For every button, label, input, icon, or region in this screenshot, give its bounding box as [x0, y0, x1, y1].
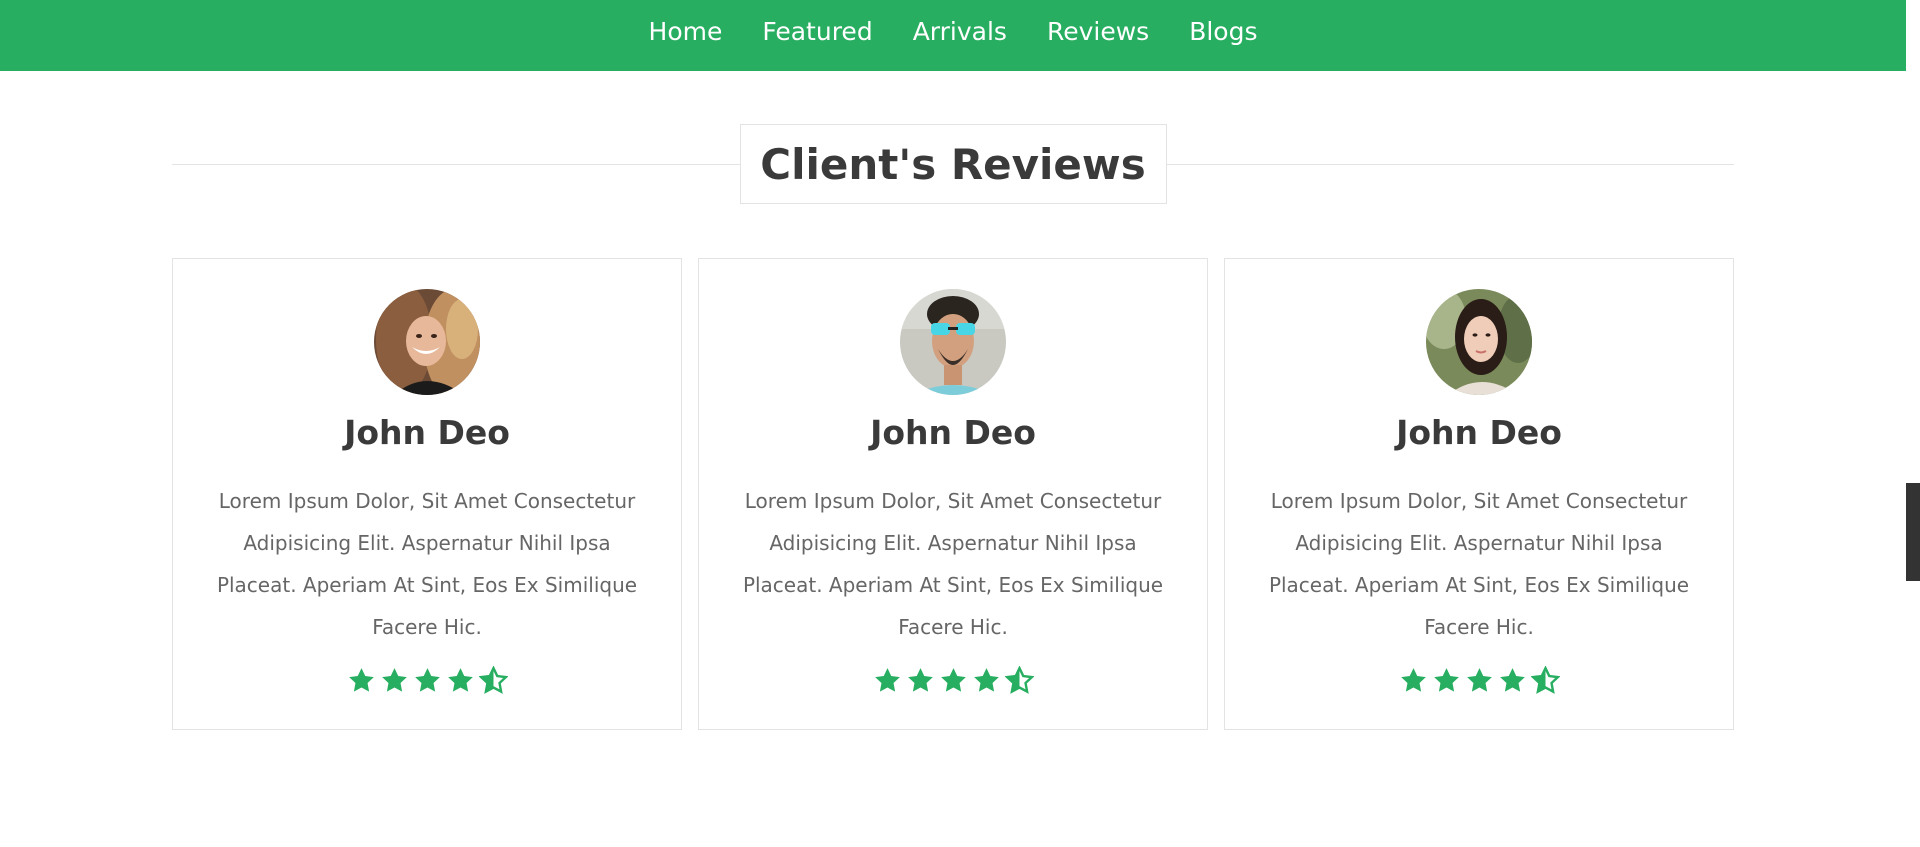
review-text: Lorem Ipsum Dolor, Sit Amet Consectetur …	[1268, 489, 1690, 639]
nav-link-blogs[interactable]: Blogs	[1189, 17, 1257, 46]
star-full-icon	[907, 668, 933, 692]
star-half-icon	[478, 666, 508, 694]
review-text: Lorem Ipsum Dolor, Sit Amet Consectetur …	[742, 489, 1164, 639]
star-rating	[1399, 666, 1560, 695]
avatar	[1426, 289, 1532, 395]
section-heading: Client's Reviews	[172, 124, 1734, 204]
star-full-icon	[414, 668, 440, 692]
nav-link-home[interactable]: Home	[649, 17, 723, 46]
scrollbar-thumb[interactable]	[1906, 483, 1920, 581]
star-full-icon	[1499, 668, 1525, 692]
woman-curly-hair-photo	[374, 289, 480, 395]
avatar	[374, 289, 480, 395]
star-full-icon	[348, 668, 374, 692]
review-card: John Deo Lorem Ipsum Dolor, Sit Amet Con…	[172, 258, 682, 730]
nav-link-featured[interactable]: Featured	[762, 17, 872, 46]
reviewer-name: John Deo	[1396, 413, 1562, 452]
review-text: Lorem Ipsum Dolor, Sit Amet Consectetur …	[216, 489, 638, 639]
star-full-icon	[874, 668, 900, 692]
star-rating	[873, 666, 1034, 695]
star-full-icon	[1466, 668, 1492, 692]
star-full-icon	[940, 668, 966, 692]
heading-box: Client's Reviews	[739, 124, 1167, 204]
page: Home Featured Arrivals Reviews Blogs Cli…	[0, 0, 1920, 847]
section-title: Client's Reviews	[760, 139, 1146, 189]
reviewer-name: John Deo	[344, 413, 510, 452]
review-card: John Deo Lorem Ipsum Dolor, Sit Amet Con…	[698, 258, 1208, 730]
star-rating	[347, 666, 508, 695]
man-sunglasses-photo	[900, 289, 1006, 395]
reviewer-name: John Deo	[870, 413, 1036, 452]
star-full-icon	[447, 668, 473, 692]
nav-link-reviews[interactable]: Reviews	[1047, 17, 1149, 46]
reviews-list: John Deo Lorem Ipsum Dolor, Sit Amet Con…	[172, 258, 1734, 730]
star-full-icon	[381, 668, 407, 692]
star-full-icon	[1433, 668, 1459, 692]
avatar	[900, 289, 1006, 395]
star-half-icon	[1530, 666, 1560, 694]
woman-dark-hair-photo	[1426, 289, 1532, 395]
nav-links: Home Featured Arrivals Reviews Blogs	[649, 17, 1258, 46]
star-half-icon	[1004, 666, 1034, 694]
review-card: John Deo Lorem Ipsum Dolor, Sit Amet Con…	[1224, 258, 1734, 730]
star-full-icon	[1400, 668, 1426, 692]
nav-link-arrivals[interactable]: Arrivals	[913, 17, 1007, 46]
star-full-icon	[973, 668, 999, 692]
top-navbar: Home Featured Arrivals Reviews Blogs	[0, 0, 1906, 71]
